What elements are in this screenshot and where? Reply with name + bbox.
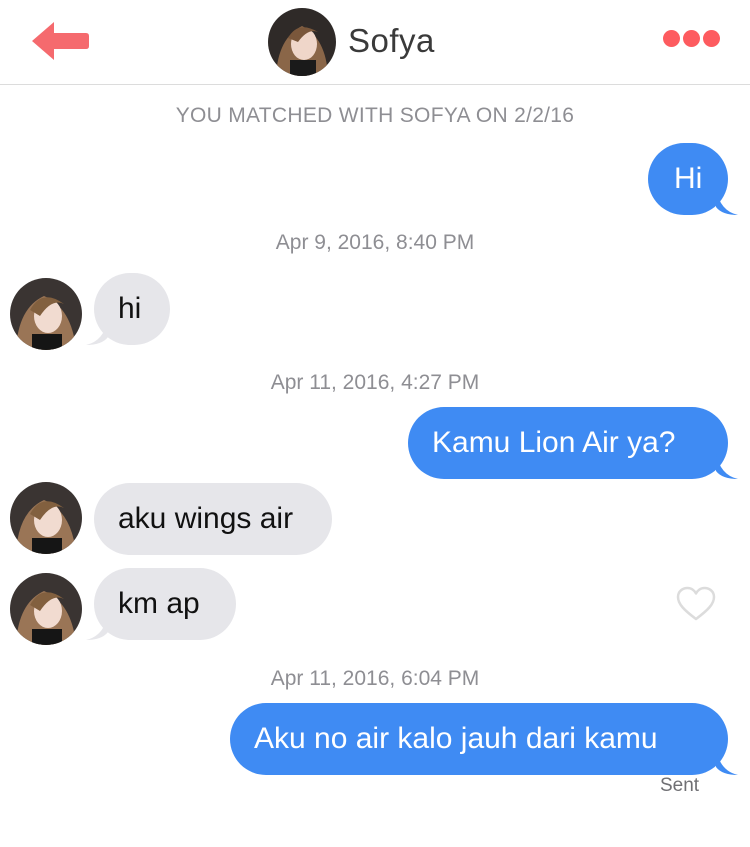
back-arrow-icon xyxy=(32,22,89,60)
message-text: Hi xyxy=(674,162,703,195)
message-bubble-incoming[interactable]: km ap xyxy=(86,568,236,640)
message-text: Kamu Lion Air ya? xyxy=(432,426,676,459)
match-notice: YOU MATCHED WITH SOFYA ON 2/2/16 xyxy=(175,104,575,127)
message-text: aku wings air xyxy=(118,502,294,535)
message-bubble-outgoing[interactable]: Kamu Lion Air ya? xyxy=(408,407,738,479)
sender-avatar[interactable] xyxy=(10,573,82,645)
sender-avatar[interactable] xyxy=(10,278,82,350)
message-text: km ap xyxy=(118,587,200,620)
sender-avatar[interactable] xyxy=(10,482,82,554)
back-button[interactable] xyxy=(28,18,92,64)
contact-name[interactable]: Sofya xyxy=(348,22,435,60)
like-message-button[interactable] xyxy=(676,586,716,622)
timestamp: Apr 11, 2016, 4:27 PM xyxy=(270,371,480,394)
message-text: Aku no air kalo jauh dari kamu xyxy=(254,722,658,755)
heart-outline-icon xyxy=(676,586,716,621)
message-bubble-incoming[interactable]: hi xyxy=(86,273,170,345)
timestamp: Apr 11, 2016, 6:04 PM xyxy=(270,667,480,690)
timestamp: Apr 9, 2016, 8:40 PM xyxy=(275,231,475,254)
message-bubble-incoming[interactable]: aku wings air xyxy=(94,483,332,555)
message-text: hi xyxy=(118,292,142,325)
delivery-status: Sent xyxy=(660,775,700,796)
more-options-button[interactable] xyxy=(660,26,722,52)
chat-header: Sofya xyxy=(0,0,750,85)
contact-avatar[interactable] xyxy=(268,8,336,76)
message-bubble-outgoing[interactable]: Hi xyxy=(648,143,738,215)
message-bubble-outgoing[interactable]: Aku no air kalo jauh dari kamu xyxy=(230,703,738,775)
